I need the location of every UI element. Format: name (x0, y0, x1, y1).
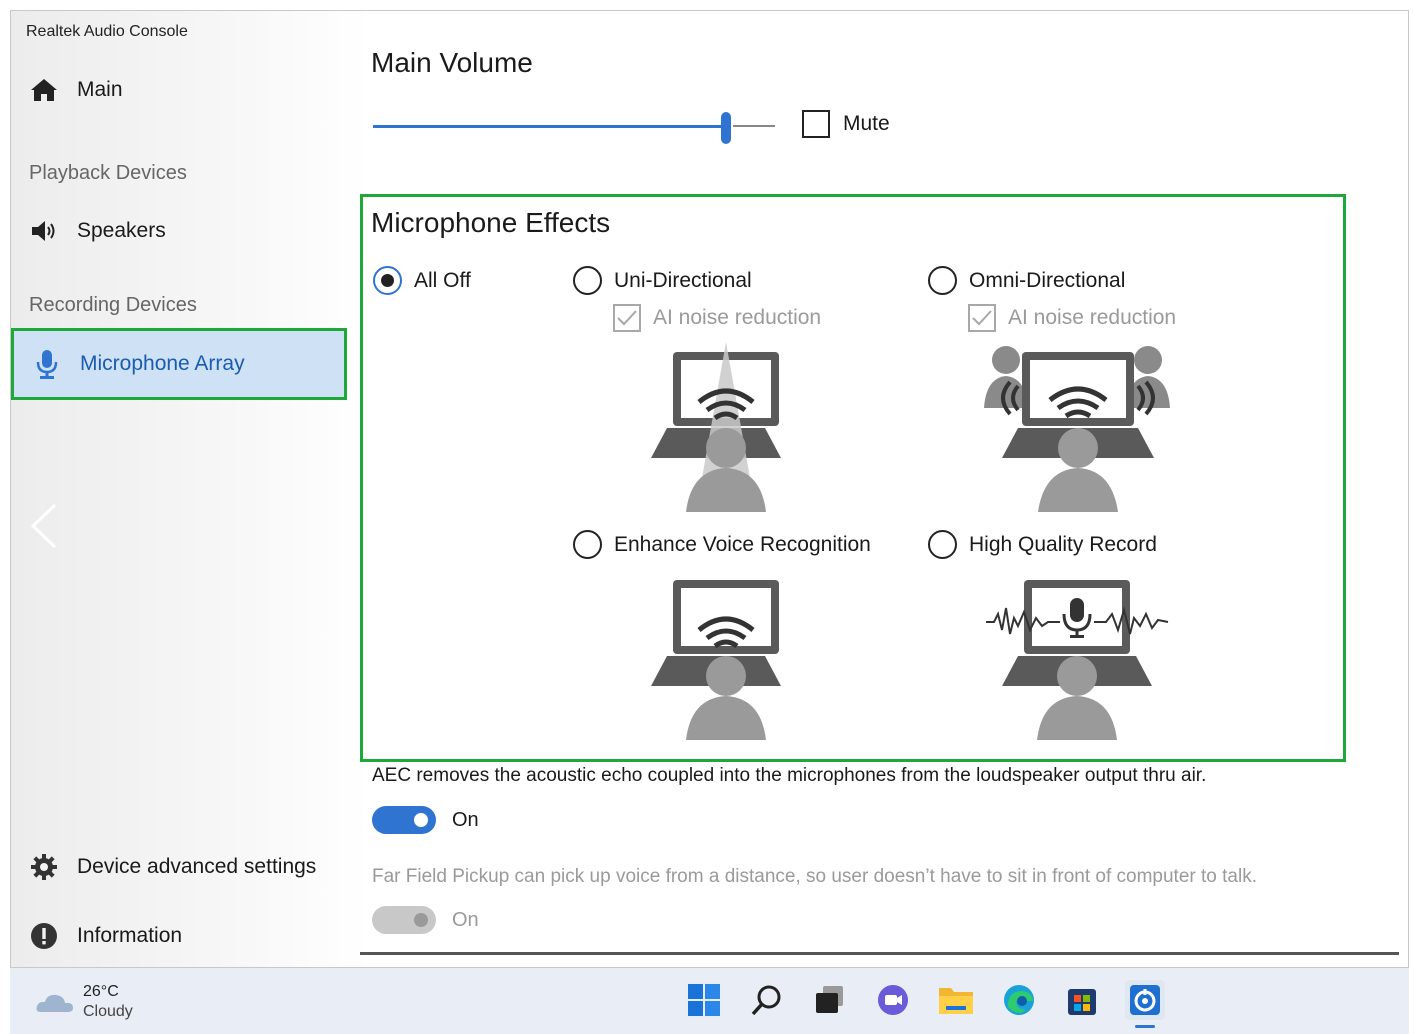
ai-noise-reduction-uni-checkbox: AI noise reduction (613, 304, 821, 332)
radio-omni-directional-label: Omni-Directional (969, 268, 1126, 292)
chat-icon[interactable] (873, 980, 913, 1020)
nav-item-microphone-array-label: Microphone Array (80, 352, 245, 375)
main-volume-title: Main Volume (371, 47, 533, 78)
aec-toggle-knob (414, 813, 428, 827)
nav-item-main-label: Main (77, 78, 123, 101)
radio-omni-directional[interactable]: Omni-Directional (928, 266, 1125, 295)
omni-directional-illustration (978, 338, 1178, 512)
taskbar: 26°C Cloudy (10, 968, 1409, 1034)
edge-icon[interactable] (999, 980, 1039, 1020)
playback-devices-heading: Playback Devices (29, 162, 187, 184)
volume-slider-fill (373, 125, 723, 128)
sidebar: Realtek Audio Console Main Playback Devi… (11, 11, 371, 967)
ai-noise-reduction-omni-checkbox: AI noise reduction (968, 304, 1176, 332)
microphone-effects-panel (360, 194, 1346, 762)
back-arrow-icon[interactable] (29, 501, 59, 551)
uni-directional-illustration (651, 340, 781, 512)
realtek-audio-icon[interactable] (1125, 980, 1165, 1028)
weather-temperature: 26°C (83, 983, 119, 1000)
volume-slider-track (733, 125, 775, 127)
checkmark-icon (968, 304, 996, 332)
far-field-pickup-toggle-knob (414, 913, 428, 927)
volume-slider-thumb[interactable] (721, 112, 731, 144)
microphone-icon (32, 349, 62, 379)
radio-high-quality-record[interactable]: High Quality Record (928, 530, 1157, 559)
content-divider (360, 952, 1399, 955)
radio-high-quality-record-indicator[interactable] (928, 530, 957, 559)
mute-checkbox[interactable]: Mute (802, 110, 890, 138)
microphone-effects-title: Microphone Effects (371, 207, 611, 238)
search-icon[interactable] (747, 980, 787, 1020)
aec-description: AEC removes the acoustic echo coupled in… (372, 765, 1207, 786)
main-volume-slider[interactable] (373, 112, 775, 144)
far-field-pickup-toggle[interactable] (372, 906, 436, 934)
store-icon[interactable] (1062, 980, 1102, 1020)
mute-checkbox-box[interactable] (802, 110, 830, 138)
ai-noise-reduction-uni-label: AI noise reduction (653, 306, 822, 329)
info-alert-icon (29, 921, 59, 951)
nav-item-microphone-array[interactable]: Microphone Array (11, 328, 347, 400)
radio-enhance-voice-recognition-indicator[interactable] (573, 530, 602, 559)
aec-toggle-label: On (452, 809, 479, 831)
radio-uni-directional-label: Uni-Directional (614, 268, 752, 292)
windows-start-icon[interactable] (684, 980, 724, 1020)
checkmark-icon (613, 304, 641, 332)
radio-uni-directional[interactable]: Uni-Directional (573, 266, 752, 295)
radio-enhance-voice-recognition[interactable]: Enhance Voice Recognition (573, 530, 871, 559)
recording-devices-heading: Recording Devices (29, 294, 197, 316)
home-icon (29, 75, 59, 105)
radio-uni-directional-indicator[interactable] (573, 266, 602, 295)
enhance-voice-recognition-illustration (651, 578, 781, 740)
ai-noise-reduction-omni-label: AI noise reduction (1008, 306, 1177, 329)
weather-condition: Cloudy (83, 1003, 133, 1020)
task-view-icon[interactable] (810, 980, 850, 1020)
high-quality-record-illustration (984, 578, 1170, 740)
nav-item-information-label: Information (77, 924, 183, 947)
radio-all-off-label: All Off (414, 268, 471, 292)
nav-item-device-advanced-settings[interactable]: Device advanced settings (11, 841, 347, 893)
nav-item-speakers[interactable]: Speakers (11, 205, 347, 257)
speaker-icon (29, 216, 59, 246)
radio-enhance-voice-recognition-label: Enhance Voice Recognition (614, 532, 871, 556)
cloud-icon (35, 990, 75, 1014)
far-field-pickup-description: Far Field Pickup can pick up voice from … (372, 866, 1257, 887)
weather-widget[interactable]: 26°C Cloudy (35, 982, 133, 1022)
nav-item-main[interactable]: Main (11, 64, 347, 116)
radio-high-quality-record-label: High Quality Record (969, 532, 1157, 556)
radio-all-off[interactable]: All Off (373, 266, 471, 295)
mute-label: Mute (843, 112, 890, 135)
taskbar-icons (684, 980, 1188, 1028)
aec-toggle[interactable] (372, 806, 436, 834)
radio-omni-directional-indicator[interactable] (928, 266, 957, 295)
nav-item-speakers-label: Speakers (77, 219, 166, 242)
app-title: Realtek Audio Console (26, 23, 188, 40)
gear-icon (29, 852, 59, 882)
radio-all-off-indicator[interactable] (373, 266, 402, 295)
nav-item-device-advanced-settings-label: Device advanced settings (77, 855, 317, 878)
file-explorer-icon[interactable] (936, 980, 976, 1020)
far-field-pickup-toggle-label: On (452, 909, 479, 931)
nav-item-information[interactable]: Information (11, 910, 347, 962)
